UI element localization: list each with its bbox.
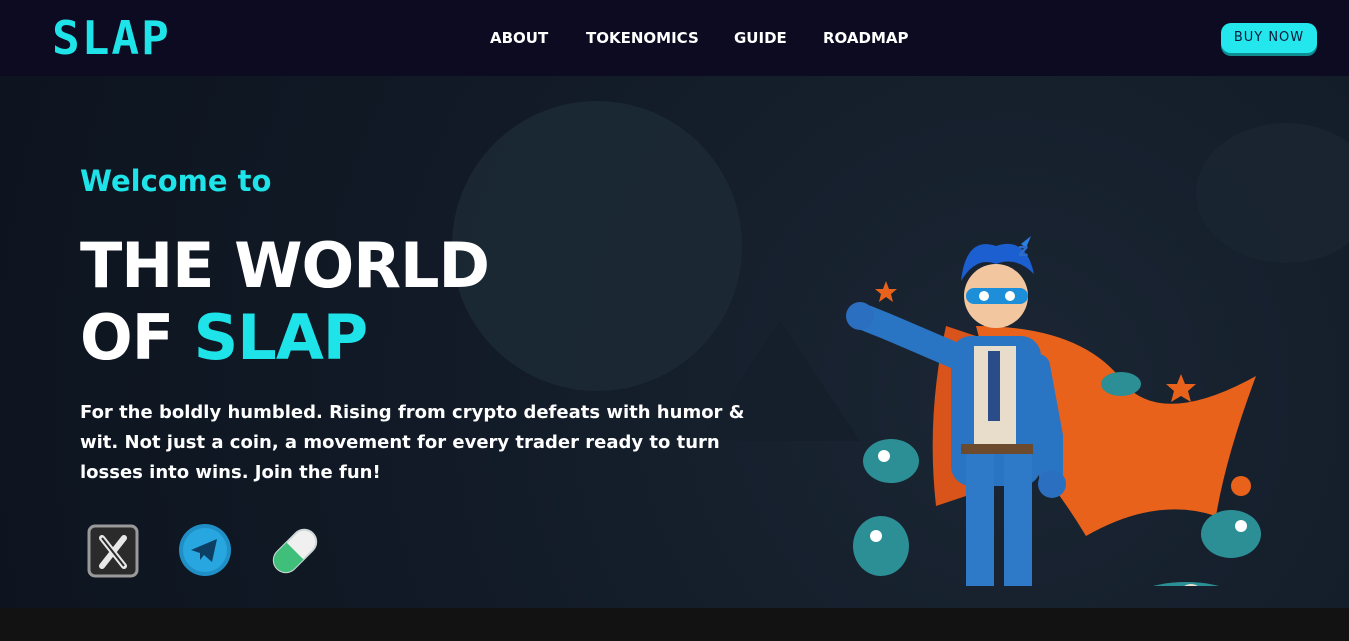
buy-now-button[interactable]: BUY NOW [1221, 23, 1317, 53]
logo[interactable]: SLAP [52, 10, 171, 66]
hero-character-illustration: z [826, 156, 1276, 608]
header: SLAP ABOUT TOKENOMICS GUIDE ROADMAP BUY … [0, 0, 1349, 76]
nav-guide[interactable]: GUIDE [734, 28, 787, 48]
footer-strip [0, 608, 1349, 641]
hero-title-line2: OF SLAP [80, 302, 489, 374]
nav-tokenomics[interactable]: TOKENOMICS [586, 28, 699, 48]
hero-title-of: OF [80, 301, 194, 374]
welcome-text: Welcome to [80, 164, 272, 198]
background-planet [452, 101, 742, 391]
hero-description: For the boldly humbled. Rising from cryp… [80, 402, 745, 483]
hero-title-accent: SLAP [193, 301, 369, 374]
nav-roadmap[interactable]: ROADMAP [823, 28, 909, 48]
pill-icon[interactable] [266, 522, 324, 584]
hero-title-line1: THE WORLD [80, 229, 490, 302]
telegram-icon[interactable] [177, 522, 233, 584]
x-icon[interactable] [86, 522, 142, 584]
hero-title: THE WORLD OF SLAP [80, 229, 490, 374]
nav-about[interactable]: ABOUT [490, 28, 548, 48]
hero-section: Welcome to THE WORLD OF SLAP For the bol… [0, 76, 1349, 608]
svg-text:z: z [1018, 240, 1028, 261]
